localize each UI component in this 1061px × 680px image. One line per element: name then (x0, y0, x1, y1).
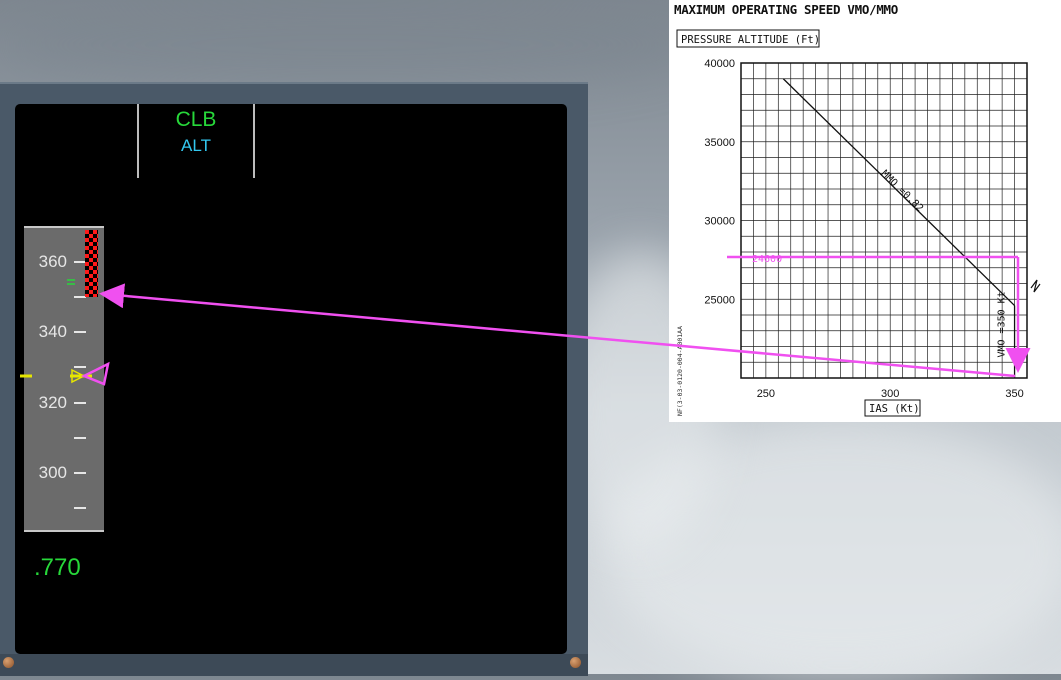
vmo-chart-panel: MAXIMUM OPERATING SPEED VMO/MMO PRESSURE… (669, 0, 1061, 422)
x-tick-label: 350 (1005, 388, 1023, 400)
x-tick-label: 300 (881, 388, 899, 400)
doc-reference: NF(3-03-0120-004-A001AA (676, 326, 684, 416)
x-tick-label: 250 (757, 388, 775, 400)
chart-series: MMO =0.82 VMO =350 Kt (782, 78, 1041, 378)
chart-xlabel: IAS (Kt) (869, 403, 920, 415)
mach-readout: .770 (34, 554, 81, 581)
y-tick-label: 25000 (704, 294, 735, 306)
mmo-label: MMO =0.82 (879, 168, 925, 214)
green-equals-marker (67, 279, 75, 285)
vmo-chart: PRESSURE ALTITUDE (Ft) 25000 30000 35000 40… (676, 29, 1041, 417)
chart-grid (740, 62, 1028, 379)
y-tick-label: 40000 (704, 58, 735, 70)
y-tick-label: 30000 (704, 216, 735, 228)
chart-ticks: 25000 30000 35000 40000 250 300 350 (704, 58, 1023, 400)
vmo-label: VMO =350 Kt (997, 291, 1008, 357)
chart-ylabel: PRESSURE ALTITUDE (Ft) (681, 34, 820, 46)
break-mark-icon (1030, 279, 1041, 293)
y-tick-label: 35000 (704, 137, 735, 149)
